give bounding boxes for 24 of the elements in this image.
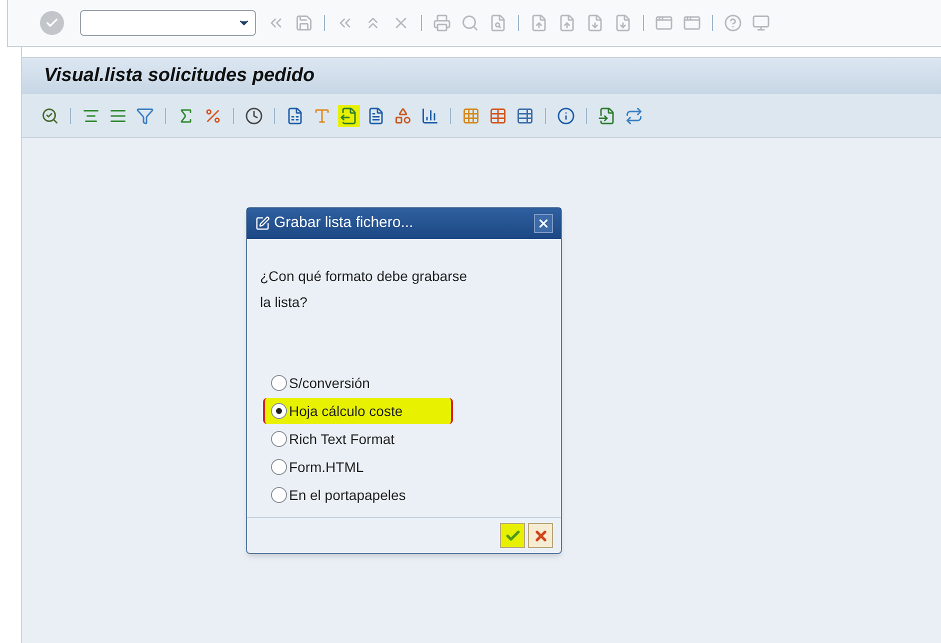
question-text: la lista?	[260, 293, 308, 312]
radio-button[interactable]	[271, 431, 287, 447]
check-icon	[45, 16, 59, 30]
radio-option[interactable]: Hoja cálculo coste	[271, 400, 403, 422]
radio-option[interactable]: Form.HTML	[271, 456, 364, 478]
command-field[interactable]	[80, 10, 256, 36]
cross-icon	[532, 528, 548, 544]
radio-option[interactable]: En el portapapeles	[271, 484, 406, 506]
screen-title: Visual.lista solicitudes pedido	[44, 64, 315, 88]
dialog-icon	[255, 216, 270, 231]
cancel-button[interactable]	[528, 523, 553, 548]
radio-option[interactable]: Rich Text Format	[271, 428, 395, 450]
radio-button[interactable]	[271, 375, 287, 391]
close-icon	[537, 217, 550, 230]
check-icon	[504, 528, 520, 544]
enter-button[interactable]	[40, 11, 64, 35]
confirm-button[interactable]	[500, 523, 525, 548]
close-button[interactable]	[534, 214, 553, 233]
dialog-title: Grabar lista fichero...	[274, 213, 414, 234]
radio-option[interactable]: S/conversión	[271, 372, 370, 394]
question-text: ¿Con qué formato debe grabarse	[260, 267, 468, 286]
export-icon[interactable]	[338, 104, 360, 126]
radio-button[interactable]	[271, 487, 287, 503]
radio-button[interactable]	[271, 459, 287, 475]
